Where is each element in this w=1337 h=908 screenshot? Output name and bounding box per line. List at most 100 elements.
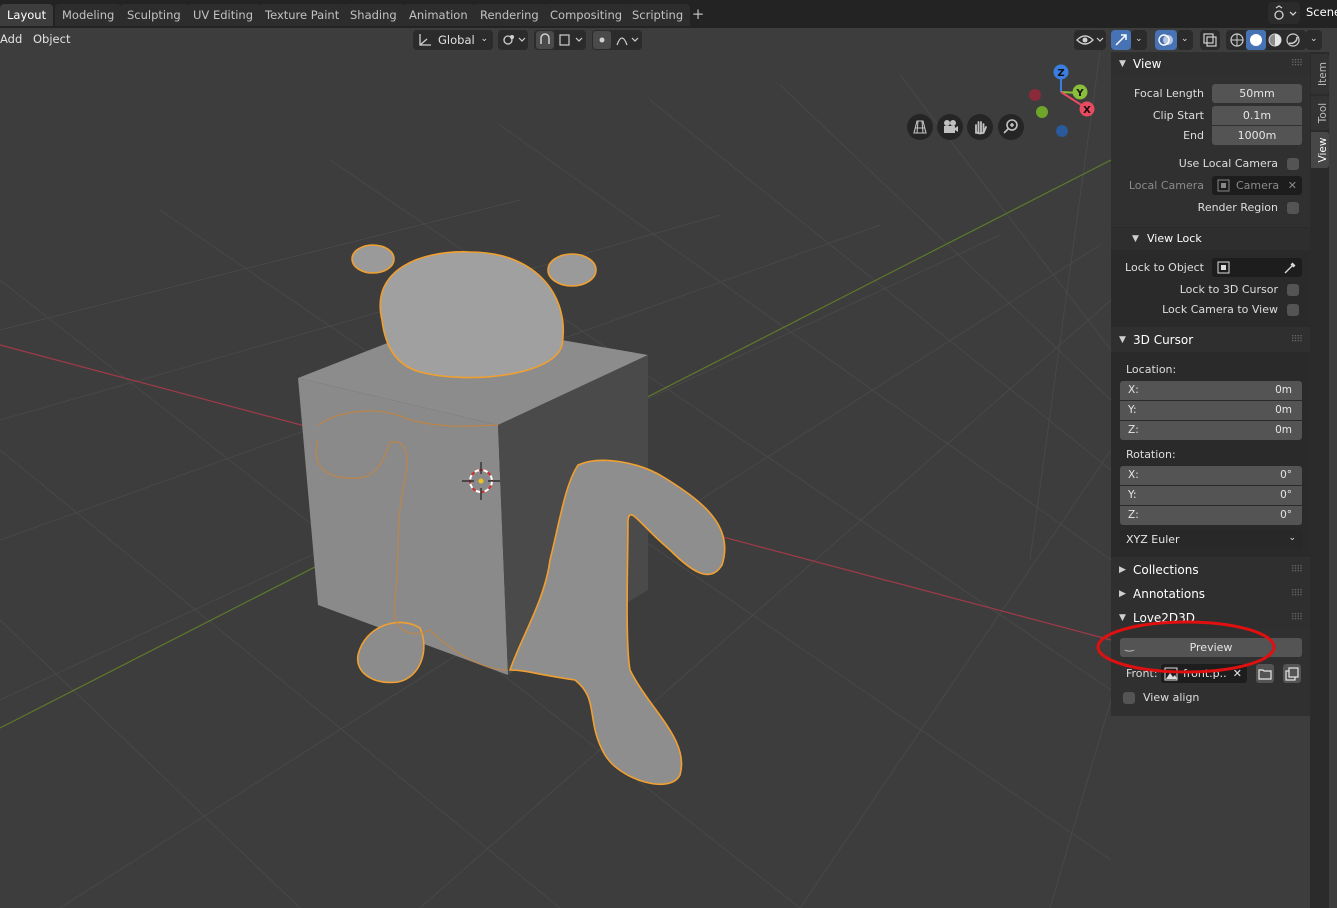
chevron-down-icon: ⌄ xyxy=(1181,34,1189,44)
collections-title: Collections xyxy=(1133,563,1199,577)
tab-layout[interactable]: Layout xyxy=(0,4,54,26)
shading-icons xyxy=(1230,30,1300,50)
camera-view-button[interactable] xyxy=(937,114,963,140)
gizmo-dropdown[interactable]: ⌄ xyxy=(1131,30,1147,50)
location-y-field[interactable]: Y: 0m xyxy=(1120,401,1302,420)
expand-right-icon: ▶ xyxy=(1119,589,1126,599)
chevron-down-icon: ⌄ xyxy=(1310,34,1318,44)
tab-scripting[interactable]: Scripting xyxy=(625,4,691,26)
lock-to-cursor-checkbox[interactable] xyxy=(1287,284,1299,296)
rotation-z-field[interactable]: Z: 0° xyxy=(1120,506,1302,525)
object-icon xyxy=(1217,261,1230,274)
shading-mode-group[interactable] xyxy=(1226,30,1306,50)
add-workspace-button[interactable]: + xyxy=(690,5,706,23)
tab-sculpting[interactable]: Sculpting xyxy=(120,4,188,26)
lock-to-object-label: Lock to Object xyxy=(1125,261,1204,274)
clip-start-label: Clip Start xyxy=(1152,109,1204,122)
use-local-camera-checkbox[interactable] xyxy=(1287,158,1299,170)
gizmo-toggle-button[interactable] xyxy=(1111,30,1131,50)
tab-shading[interactable]: Shading xyxy=(343,4,404,26)
render-region-checkbox[interactable] xyxy=(1287,202,1299,214)
clear-icon[interactable]: ✕ xyxy=(1288,176,1297,195)
pivot-point-dropdown[interactable] xyxy=(498,30,528,50)
tab-texture-paint[interactable]: Texture Paint xyxy=(258,4,347,26)
axis-label: Z: xyxy=(1128,424,1139,436)
pan-view-button[interactable] xyxy=(967,114,993,140)
drag-grip-icon[interactable]: ⠿⠿ xyxy=(1291,583,1303,605)
lock-to-object-field[interactable] xyxy=(1212,258,1302,277)
chevron-down-icon: ⌄ xyxy=(1288,533,1296,543)
scene-name[interactable]: Scene xyxy=(1306,5,1337,19)
location-z-field[interactable]: Z: 0m xyxy=(1120,421,1302,440)
perspective-toggle-button[interactable] xyxy=(907,114,933,140)
drag-grip-icon[interactable]: ⠿⠿ xyxy=(1291,53,1303,75)
zoom-view-button[interactable] xyxy=(998,114,1024,140)
view-lock-header[interactable]: ▼ View Lock xyxy=(1111,228,1310,250)
expand-right-icon: ▶ xyxy=(1119,565,1126,575)
annotations-panel-header[interactable]: ▶ Annotations ⠿⠿ xyxy=(1111,583,1310,605)
tab-compositing[interactable]: Compositing xyxy=(543,4,630,26)
tab-tool[interactable]: Tool xyxy=(1311,96,1329,130)
tab-animation[interactable]: Animation xyxy=(402,4,475,26)
rotation-label: Rotation: xyxy=(1126,448,1176,461)
snapping-group[interactable] xyxy=(534,30,586,50)
local-camera-field[interactable]: Camera ✕ xyxy=(1212,176,1302,195)
rotation-mode-dropdown[interactable]: XYZ Euler ⌄ xyxy=(1120,530,1302,549)
location-x-field[interactable]: X: 0m xyxy=(1120,381,1302,400)
drag-grip-icon[interactable]: ⠿⠿ xyxy=(1291,329,1303,351)
focal-length-field[interactable]: 50mm xyxy=(1212,84,1302,103)
rotation-y-field[interactable]: Y: 0° xyxy=(1120,486,1302,505)
expand-down-icon: ▼ xyxy=(1119,59,1126,69)
tab-rendering[interactable]: Rendering xyxy=(473,4,546,26)
overlays-toggle-button[interactable] xyxy=(1155,30,1177,50)
eye-icon xyxy=(1076,35,1104,45)
axis-label: X: xyxy=(1128,384,1139,396)
tab-uv-editing[interactable]: UV Editing xyxy=(186,4,260,26)
menu-object[interactable]: Object xyxy=(28,29,75,49)
viewport-header: Add Object Global ⌄ ⌄ ⌄ ⌄ xyxy=(0,28,1337,52)
transform-orientation-dropdown[interactable]: Global ⌄ xyxy=(413,30,493,50)
clip-end-field[interactable]: 1000m xyxy=(1212,126,1302,145)
view-panel-header[interactable]: ▼ View ⠿⠿ xyxy=(1111,53,1310,75)
scene-icon xyxy=(1274,5,1297,20)
sidebar-tabs: Item Tool View xyxy=(1310,52,1329,908)
shading-dropdown[interactable]: ⌄ xyxy=(1306,30,1322,50)
focal-length-label: Focal Length xyxy=(1134,87,1204,100)
value: 0m xyxy=(1275,424,1292,436)
clip-start-field[interactable]: 0.1m xyxy=(1212,106,1302,125)
location-label: Location: xyxy=(1126,363,1177,376)
view-lock-title: View Lock xyxy=(1147,232,1202,245)
eyedropper-icon[interactable] xyxy=(1283,261,1297,275)
collections-panel-header[interactable]: ▶ Collections ⠿⠿ xyxy=(1111,559,1310,581)
3d-cursor-panel-header[interactable]: ▼ 3D Cursor ⠿⠿ xyxy=(1111,329,1310,351)
proportional-editing-group[interactable] xyxy=(592,30,642,50)
xray-toggle-button[interactable] xyxy=(1200,30,1220,50)
menu-add[interactable]: Add xyxy=(0,29,27,49)
value: 0° xyxy=(1280,469,1292,481)
rotation-mode-value: XYZ Euler xyxy=(1126,533,1180,546)
value: 0° xyxy=(1280,509,1292,521)
workspace-bar: Layout Modeling Sculpting UV Editing Tex… xyxy=(0,0,1337,28)
value: 0m xyxy=(1275,404,1292,416)
drag-grip-icon[interactable]: ⠿⠿ xyxy=(1291,559,1303,581)
tab-view[interactable]: View xyxy=(1311,132,1329,168)
pivot-icon xyxy=(503,35,526,45)
overlays-dropdown[interactable]: ⌄ xyxy=(1177,30,1193,50)
visibility-dropdown[interactable] xyxy=(1074,30,1106,50)
axis-label: Y: xyxy=(1128,489,1137,501)
scene-selector[interactable] xyxy=(1268,2,1300,24)
grid-icon xyxy=(913,120,927,134)
camera-icon xyxy=(944,120,958,133)
local-camera-value: Camera xyxy=(1236,179,1280,192)
value: 0m xyxy=(1275,384,1292,396)
view-align-checkbox[interactable] xyxy=(1123,692,1135,704)
expand-down-icon: ▼ xyxy=(1119,335,1126,345)
lock-camera-checkbox[interactable] xyxy=(1287,304,1299,316)
orientation-icon xyxy=(419,34,431,46)
axis-label: Z: xyxy=(1128,509,1139,521)
tab-item[interactable]: Item xyxy=(1311,54,1329,94)
local-camera-label: Local Camera xyxy=(1128,179,1204,192)
rotation-x-field[interactable]: X: 0° xyxy=(1120,466,1302,485)
proportional-icon xyxy=(593,31,639,49)
tab-modeling[interactable]: Modeling xyxy=(55,4,122,26)
